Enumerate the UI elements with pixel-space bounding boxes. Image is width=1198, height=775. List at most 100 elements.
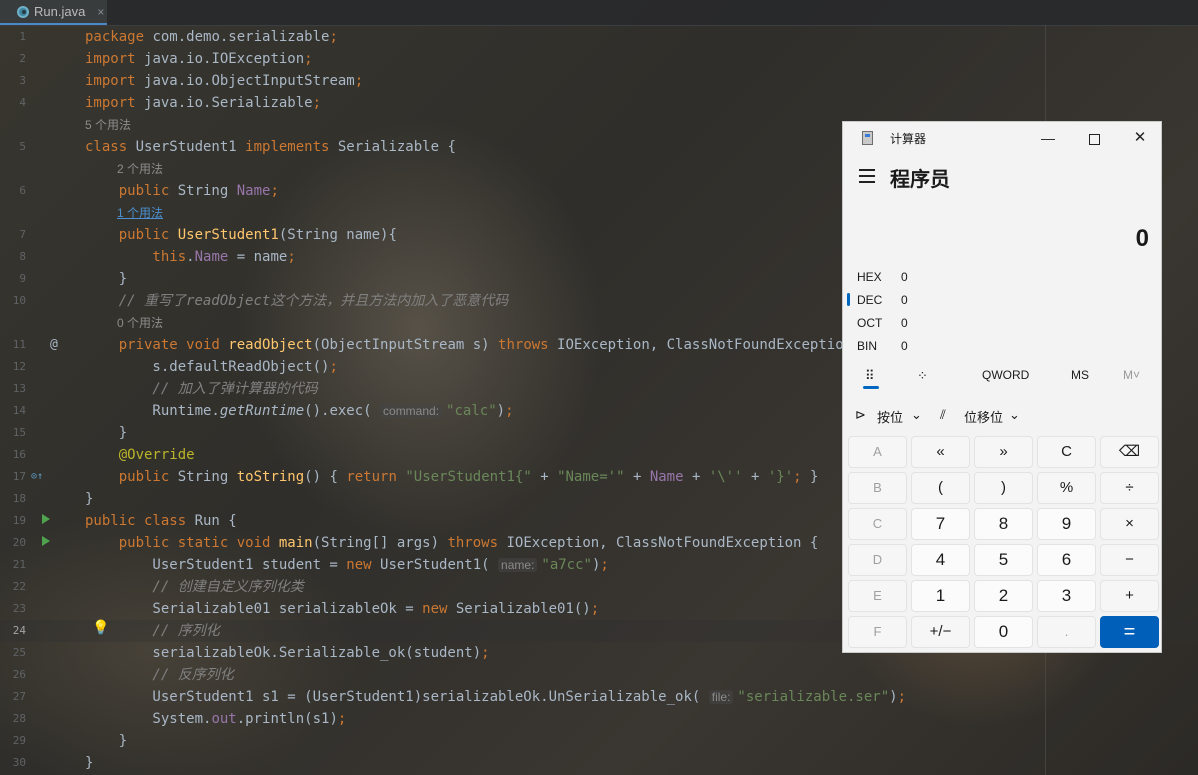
code-token: public <box>85 183 178 199</box>
code-token: main <box>278 535 313 551</box>
hex-digit-b-button[interactable]: B <box>848 472 907 504</box>
bitshift-dropdown[interactable]: 位移位 <box>964 407 1003 426</box>
code-token: Run { <box>194 513 237 529</box>
multiply-button[interactable]: × <box>1100 508 1159 540</box>
tab-run-java[interactable]: Run.java × <box>0 0 107 25</box>
shift-right-button[interactable]: » <box>974 436 1033 468</box>
code-token: out <box>211 711 237 727</box>
code-line[interactable]: 26 // 反序列化 <box>0 664 1198 686</box>
calculator-titlebar[interactable]: 计算器 — ✕ <box>843 122 1161 154</box>
annotation-gutter-icon[interactable]: @ <box>50 334 58 356</box>
open-paren-button[interactable]: ( <box>911 472 970 504</box>
digit-5-button[interactable]: 5 <box>974 544 1033 576</box>
code-token: UserStudent1 student = <box>85 557 347 573</box>
java-class-icon <box>17 5 29 18</box>
code-token: ; <box>505 403 514 419</box>
code-token: s.defaultReadObject() <box>85 359 330 375</box>
line-number: 20 <box>12 536 26 549</box>
memory-store-button[interactable]: MS <box>1071 368 1089 382</box>
maximize-button[interactable] <box>1071 122 1117 154</box>
clear-button[interactable]: C <box>1037 436 1096 468</box>
tab-close-icon[interactable]: × <box>97 5 104 19</box>
code-line[interactable]: 30} <box>0 752 1198 774</box>
bitwise-dropdown[interactable]: 按位 <box>877 407 903 426</box>
hex-digit-f-button[interactable]: F <box>848 616 907 648</box>
hex-digit-d-button[interactable]: D <box>848 544 907 576</box>
radix-label: OCT <box>857 316 883 330</box>
code-token: import <box>85 73 145 89</box>
subtract-button[interactable]: − <box>1100 544 1159 576</box>
code-line[interactable]: 1 package com.demo.serializable; <box>0 26 1198 48</box>
line-number: 30 <box>12 756 26 769</box>
code-token: getRuntime <box>219 403 305 419</box>
code-line[interactable]: 29 } <box>0 730 1198 752</box>
code-text: // 重写了readObject这个方法，并且方法内加入了恶意代码 <box>85 290 509 312</box>
code-line[interactable]: 4 import java.io.Serializable; <box>0 92 1198 114</box>
hex-digit-e-button[interactable]: E <box>848 580 907 612</box>
full-keypad-icon[interactable]: ⠿ <box>865 368 874 384</box>
code-token: '}' <box>767 469 794 485</box>
digit-9-button[interactable]: 9 <box>1037 508 1096 540</box>
decimal-button[interactable]: . <box>1037 616 1096 648</box>
code-token: public class <box>85 513 195 529</box>
usage-hint-text[interactable]: 1 个用法 <box>117 202 163 224</box>
code-line[interactable]: 2 import java.io.IOException; <box>0 48 1198 70</box>
close-paren-button[interactable]: ) <box>974 472 1033 504</box>
radix-row-dec[interactable]: DEC 0 <box>857 290 1147 310</box>
backspace-button[interactable]: ⌫ <box>1100 436 1159 468</box>
divide-button[interactable]: ÷ <box>1100 472 1159 504</box>
code-token: com.demo.serializable <box>152 29 330 45</box>
digit-0-button[interactable]: 0 <box>974 616 1033 648</box>
radix-row-oct[interactable]: OCT 0 <box>857 313 1147 333</box>
line-number: 7 <box>19 228 26 241</box>
memory-view-button[interactable]: M˅ <box>1123 368 1140 382</box>
line-number: 11 <box>12 338 26 351</box>
code-line[interactable]: 27 UserStudent1 s1 = (UserStudent1)seria… <box>0 686 1198 708</box>
hex-digit-c-button[interactable]: C <box>848 508 907 540</box>
modulo-button[interactable]: % <box>1037 472 1096 504</box>
code-line[interactable]: 28 System.out.println(s1); <box>0 708 1198 730</box>
close-button[interactable]: ✕ <box>1117 122 1163 154</box>
code-text: public UserStudent1(String name){ <box>85 224 397 246</box>
code-token: String <box>177 183 237 199</box>
digit-7-button[interactable]: 7 <box>911 508 970 540</box>
line-number: 13 <box>12 382 26 395</box>
digit-4-button[interactable]: 4 <box>911 544 970 576</box>
code-token: toString <box>236 469 305 485</box>
shift-left-button[interactable]: « <box>911 436 970 468</box>
run-icon[interactable] <box>42 510 50 532</box>
minimize-button[interactable]: — <box>1025 122 1071 154</box>
usage-hint-text: 0 个用法 <box>117 316 164 330</box>
hamburger-menu-icon[interactable] <box>859 169 875 183</box>
bit-toggle-keypad-icon[interactable]: ⁘ <box>917 368 928 384</box>
word-size-button[interactable]: QWORD <box>982 368 1029 382</box>
code-token: Serializable01 serializableOk = <box>85 601 423 617</box>
line-number: 4 <box>19 96 26 109</box>
code-token: ; <box>600 557 609 573</box>
digit-8-button[interactable]: 8 <box>974 508 1033 540</box>
line-number: 15 <box>12 426 26 439</box>
code-token: .println(s1) <box>236 711 338 727</box>
override-gutter-icon[interactable]: ⊙↑ <box>31 466 43 488</box>
equals-button[interactable]: = <box>1100 616 1159 648</box>
run-icon[interactable] <box>42 532 50 554</box>
digit-1-button[interactable]: 1 <box>911 580 970 612</box>
line-number: 16 <box>12 448 26 461</box>
radix-row-hex[interactable]: HEX 0 <box>857 267 1147 287</box>
add-button[interactable]: + <box>1100 580 1159 612</box>
code-token: java.io.Serializable <box>144 95 313 111</box>
code-token: + <box>683 469 709 485</box>
editor-tab-bar: Run.java × <box>0 0 1198 26</box>
hex-digit-a-button[interactable]: A <box>848 436 907 468</box>
negate-button[interactable]: +/− <box>911 616 970 648</box>
digit-3-button[interactable]: 3 <box>1037 580 1096 612</box>
digit-6-button[interactable]: 6 <box>1037 544 1096 576</box>
code-token: import <box>85 95 145 111</box>
calculator-toolbar: ⠿ ⁘ QWORD MS M˅ <box>843 362 1161 390</box>
code-line[interactable]: 3 import java.io.ObjectInputStream; <box>0 70 1198 92</box>
code-token: } <box>85 755 94 771</box>
code-token: UserStudent1 s1 = (UserStudent1)serializ… <box>85 689 709 705</box>
digit-2-button[interactable]: 2 <box>974 580 1033 612</box>
radix-row-bin[interactable]: BIN 0 <box>857 336 1147 356</box>
code-text: package com.demo.serializable; <box>85 26 338 48</box>
